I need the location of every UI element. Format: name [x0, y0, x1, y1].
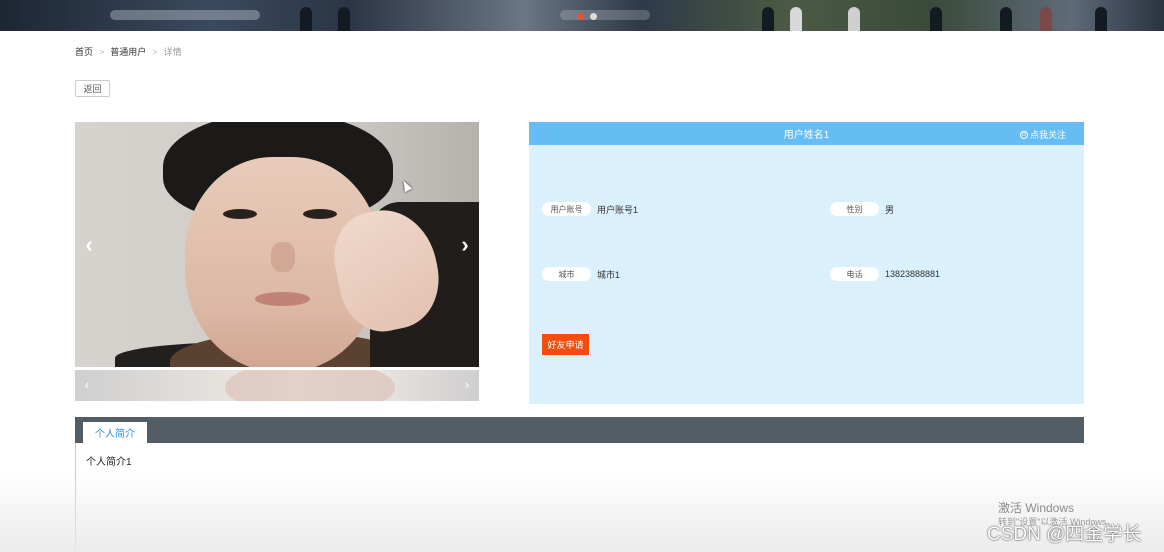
carousel-next-arrow-icon[interactable]: ›	[455, 234, 475, 256]
banner-dot-active[interactable]	[577, 13, 584, 20]
field-value: 13823888881	[885, 269, 941, 279]
tab-bar: 个人简介	[75, 417, 1084, 443]
breadcrumb-separator: >	[99, 46, 105, 57]
field-label: 电话	[830, 267, 879, 281]
profile-info-panel: 用户姓名1 ⊙ 点我关注 用户账号 用户账号1 性别 男 城市 城市1 电话 1…	[529, 122, 1084, 404]
windows-activation-title: 激活 Windows	[998, 501, 1075, 515]
breadcrumb-section[interactable]: 普通用户	[110, 45, 146, 58]
top-banner-image	[0, 0, 1164, 31]
breadcrumb-home[interactable]: 首页	[75, 45, 93, 58]
field-phone: 电话 13823888881	[830, 267, 940, 281]
csdn-watermark: CSDN @四金学长	[987, 524, 1142, 545]
field-city: 城市 城市1	[542, 267, 620, 281]
field-account: 用户账号 用户账号1	[542, 202, 638, 216]
carousel-prev-arrow-icon[interactable]: ‹	[79, 234, 99, 256]
tab-content-panel: 个人简介1	[75, 443, 1084, 552]
follow-button[interactable]: ⊙ 点我关注	[1019, 128, 1066, 141]
tab-personal-intro[interactable]: 个人简介	[83, 422, 147, 443]
follow-circle-icon: ⊙	[1019, 130, 1028, 139]
field-value: 男	[885, 204, 895, 215]
back-button[interactable]: 返回	[75, 80, 110, 97]
image-carousel[interactable]: ‹ ›	[75, 122, 479, 367]
breadcrumb-current: 详情	[163, 47, 182, 57]
thumbnail-prev-arrow-icon[interactable]: ‹	[80, 377, 94, 392]
thumbnail-strip[interactable]: ‹ ›	[75, 370, 479, 401]
follow-label: 点我关注	[1029, 130, 1066, 140]
profile-photo	[75, 122, 479, 367]
field-label: 用户账号	[542, 202, 591, 216]
banner-dot[interactable]	[590, 13, 597, 20]
profile-header: 用户姓名1 ⊙ 点我关注	[529, 122, 1084, 145]
profile-name: 用户姓名1	[783, 130, 830, 141]
thumbnail-next-arrow-icon[interactable]: ›	[460, 377, 474, 392]
breadcrumb-separator: >	[152, 46, 158, 57]
field-value: 城市1	[597, 269, 621, 280]
breadcrumb: 首页 > 普通用户 > 详情	[75, 45, 182, 58]
field-value: 用户账号1	[597, 204, 639, 215]
field-label: 性别	[830, 202, 879, 216]
field-label: 城市	[542, 267, 591, 281]
friend-request-button[interactable]: 好友申请	[542, 334, 589, 355]
field-gender: 性别 男	[830, 202, 894, 216]
personal-intro-text: 个人简介1	[86, 457, 132, 468]
